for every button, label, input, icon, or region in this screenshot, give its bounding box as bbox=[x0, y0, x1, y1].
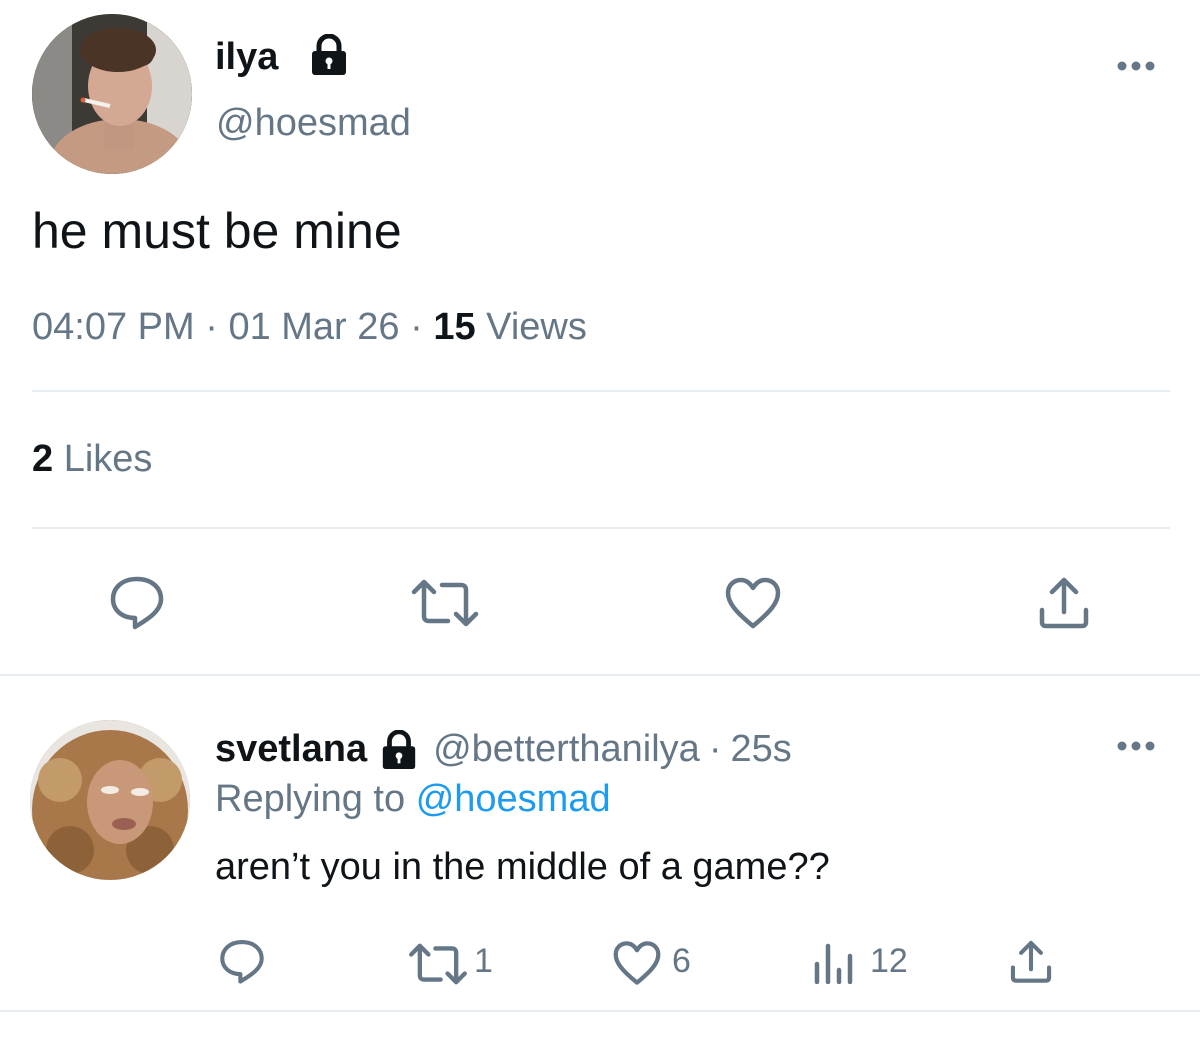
meta-separator: · bbox=[410, 306, 423, 348]
divider bbox=[32, 527, 1170, 529]
like-icon[interactable] bbox=[612, 940, 662, 986]
views-icon[interactable] bbox=[812, 942, 856, 984]
likes-count: 2 bbox=[32, 438, 54, 480]
tweet-meta: 04:07 PM · 01 Mar 26 · 15 Views bbox=[32, 306, 587, 349]
tweet-text: he must be mine bbox=[32, 203, 402, 259]
divider bbox=[32, 390, 1170, 392]
reply-header: svetlana @betterthanilya · 25s bbox=[215, 728, 792, 771]
views-count: 15 bbox=[433, 306, 476, 348]
more-options-icon[interactable] bbox=[1116, 58, 1156, 74]
replying-to: Replying to @hoesmad bbox=[215, 778, 611, 821]
like-count: 6 bbox=[672, 942, 691, 980]
views-count: 12 bbox=[870, 942, 908, 980]
replying-to-label: Replying to bbox=[215, 778, 406, 820]
likes-summary[interactable]: 2 Likes bbox=[32, 438, 152, 481]
divider bbox=[0, 1010, 1200, 1012]
meta-separator: · bbox=[205, 306, 218, 348]
author-display-name[interactable]: ilya bbox=[215, 36, 278, 79]
lock-icon bbox=[306, 34, 352, 76]
lock-icon bbox=[377, 729, 421, 770]
divider bbox=[0, 674, 1200, 676]
replying-to-handle[interactable]: @hoesmad bbox=[416, 778, 611, 820]
tweet-time[interactable]: 04:07 PM bbox=[32, 306, 195, 348]
retweet-count: 1 bbox=[474, 942, 493, 980]
avatar-ilya[interactable] bbox=[32, 14, 192, 174]
like-icon[interactable] bbox=[724, 576, 782, 630]
reply-text: aren’t you in the middle of a game?? bbox=[215, 846, 830, 888]
reply-icon[interactable] bbox=[108, 574, 166, 630]
likes-label: Likes bbox=[63, 438, 153, 480]
reply-author-name[interactable]: svetlana bbox=[215, 728, 367, 771]
tweet-date[interactable]: 01 Mar 26 bbox=[228, 306, 399, 348]
share-icon[interactable] bbox=[1008, 938, 1054, 984]
reply-timestamp[interactable]: 25s bbox=[730, 728, 791, 771]
retweet-icon[interactable] bbox=[408, 578, 482, 628]
author-handle[interactable]: @hoesmad bbox=[216, 102, 411, 145]
meta-separator: · bbox=[708, 728, 722, 770]
more-options-icon[interactable] bbox=[1116, 738, 1156, 754]
retweet-icon[interactable] bbox=[406, 942, 470, 986]
reply-author-handle[interactable]: @betterthanilya bbox=[433, 728, 700, 771]
share-icon[interactable] bbox=[1036, 574, 1092, 630]
views-label: Views bbox=[486, 306, 587, 348]
reply-icon[interactable] bbox=[218, 938, 266, 984]
avatar-svetlana[interactable] bbox=[30, 720, 190, 880]
